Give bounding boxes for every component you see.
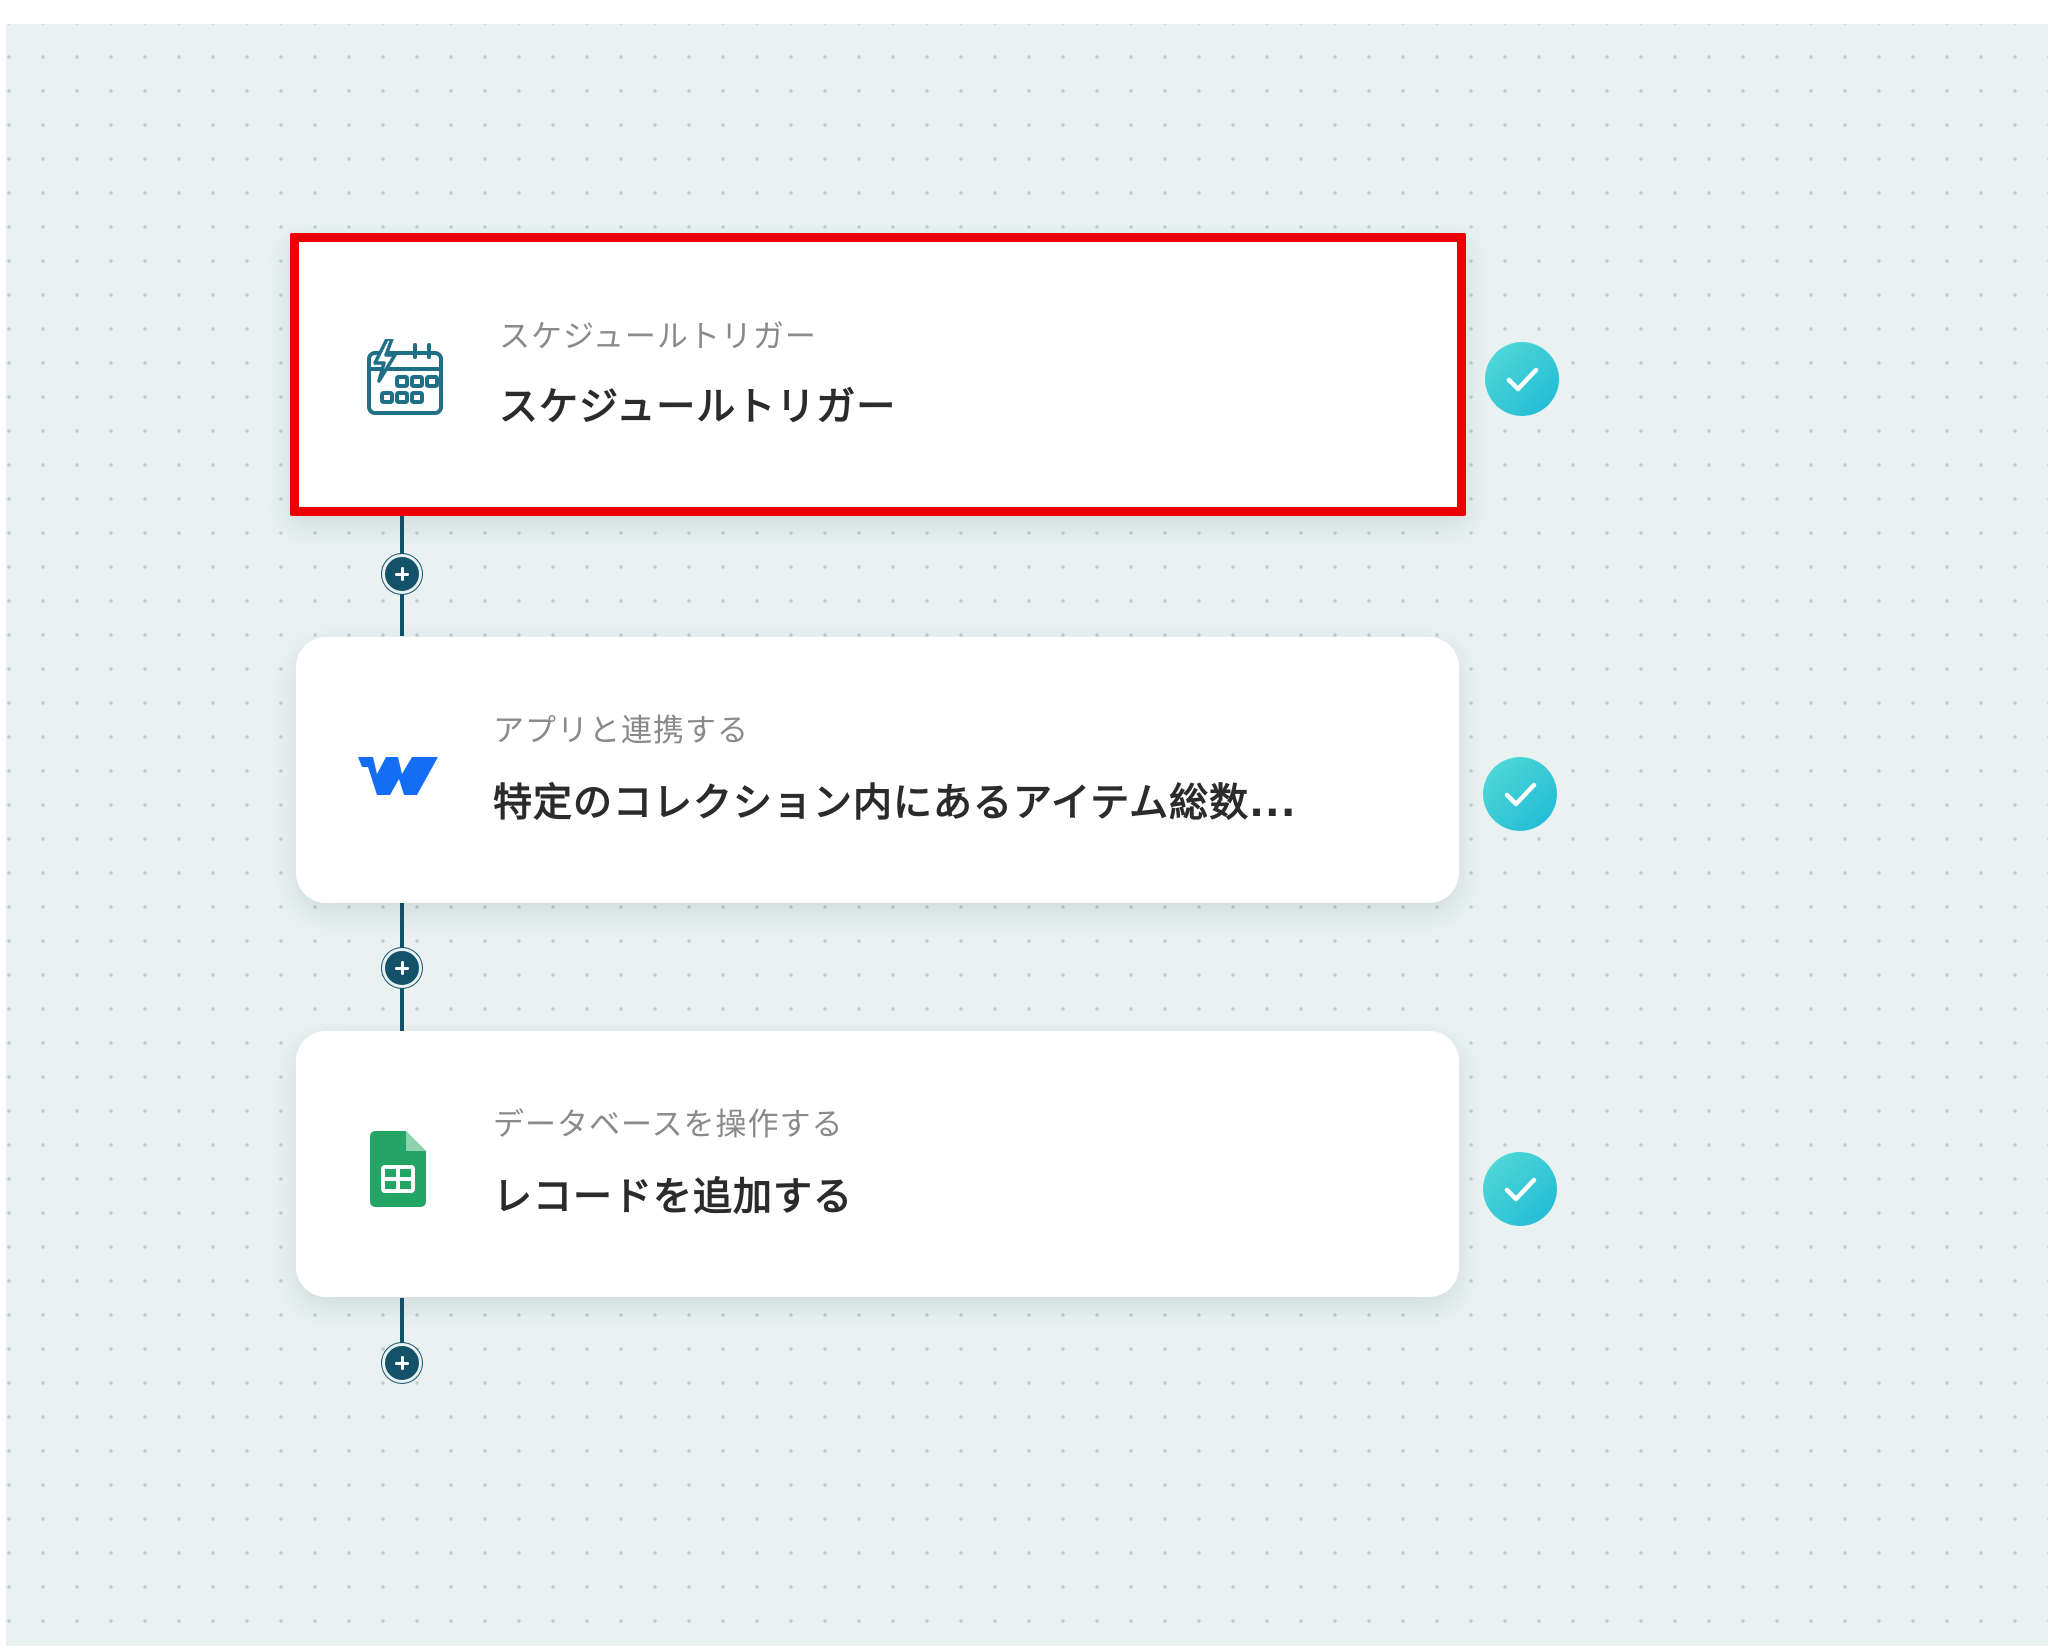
google-sheets-icon	[358, 1129, 438, 1209]
add-step-button[interactable]	[382, 948, 422, 988]
step-title: スケジュールトリガー	[499, 385, 897, 430]
step-completed-check-icon	[1483, 1152, 1557, 1226]
step-category-label: スケジュールトリガー	[499, 319, 817, 355]
step-category-label: データベースを操作する	[493, 1107, 844, 1143]
step-title: レコードを追加する	[493, 1175, 854, 1220]
flow-step-webflow[interactable]: アプリと連携する 特定のコレクション内にあるアイテム総数...	[296, 637, 1459, 903]
webflow-logo-icon	[358, 735, 438, 815]
step-completed-check-icon	[1483, 757, 1557, 831]
schedule-calendar-lightning-icon	[365, 337, 445, 419]
step-category-label: アプリと連携する	[493, 713, 749, 749]
step-completed-check-icon	[1485, 342, 1559, 416]
add-step-button[interactable]	[382, 554, 422, 594]
step-title: 特定のコレクション内にあるアイテム総数...	[493, 781, 1297, 826]
add-step-button[interactable]	[382, 1343, 422, 1383]
flow-step-google-sheets[interactable]: データベースを操作する レコードを追加する	[296, 1031, 1459, 1297]
flow-step-schedule-trigger[interactable]: スケジュールトリガー スケジュールトリガー	[290, 233, 1466, 516]
